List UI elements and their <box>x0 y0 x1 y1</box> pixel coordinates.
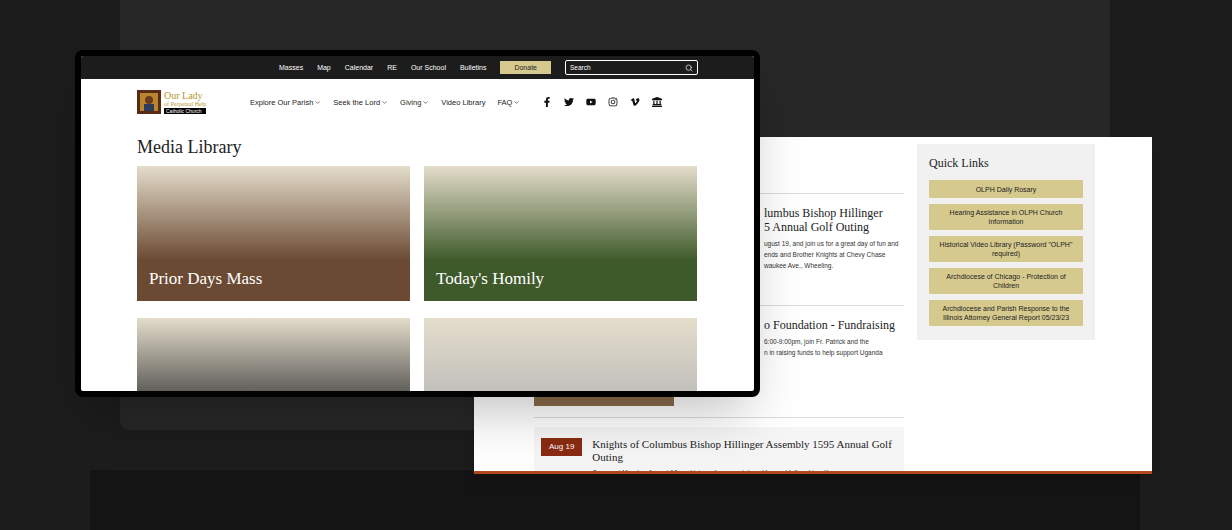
vimeo-icon[interactable] <box>630 97 640 107</box>
quick-link-button[interactable]: Archdiocese and Parish Response to the I… <box>929 300 1083 326</box>
top-nav-link[interactable]: Bulletins <box>460 63 486 72</box>
event-row[interactable]: Aug 19 Knights of Columbus Bishop Hilling… <box>534 427 904 474</box>
main-nav-item[interactable]: Giving <box>400 98 429 107</box>
quick-link-button[interactable]: Hearing Assistance in OLPH Church Inform… <box>929 204 1083 230</box>
media-card[interactable]: Prior Days Mass <box>137 166 410 301</box>
top-nav-link[interactable]: Calendar <box>345 63 373 72</box>
twitter-icon[interactable] <box>564 97 574 107</box>
facebook-icon[interactable] <box>542 97 552 107</box>
main-nav-item[interactable]: Explore Our Parish <box>250 98 321 107</box>
main-nav-item[interactable]: Seek the Lord <box>333 98 388 107</box>
chevron-down-icon <box>422 99 429 106</box>
top-nav-link[interactable]: Our School <box>411 63 446 72</box>
quick-link-button[interactable]: Historical Video Library (Password "OLPH… <box>929 236 1083 262</box>
header: Our Ladyof Perpetual HelpCatholic Church… <box>81 79 754 125</box>
church-icon[interactable] <box>652 97 662 107</box>
media-card[interactable]: Today's Homily <box>424 166 697 301</box>
event-description: 6:00-9:00pm, join Fr. Patrick and the <box>764 336 904 347</box>
event-description: n in raising funds to help support Ugand… <box>764 347 904 358</box>
social-links <box>542 97 662 107</box>
date-badge: Aug 19 <box>541 438 582 456</box>
event-title[interactable]: lumbus Bishop Hillinger <box>764 206 904 220</box>
quick-link-button[interactable]: OLPH Daily Rosary <box>929 180 1083 198</box>
quick-link-button[interactable]: Archdiocese of Chicago - Protection of C… <box>929 268 1083 294</box>
media-library-window: Masses Map Calendar RE Our School Bulletins Do… <box>75 50 760 397</box>
chevron-down-icon <box>314 99 321 106</box>
media-grid: Prior Days Mass Today's Homily <box>137 166 698 391</box>
media-card[interactable] <box>137 318 410 391</box>
search-field[interactable]: Search <box>565 60 698 75</box>
main-nav: Explore Our Parish Seek the Lord Giving Vid… <box>250 98 520 107</box>
event-description: waukee Ave., Wheeling. <box>764 260 904 271</box>
event-title[interactable]: 5 Annual Golf Outing <box>764 220 904 234</box>
event-title[interactable]: Knights of Columbus Bishop Hillinger Ass… <box>592 438 897 464</box>
instagram-icon[interactable] <box>608 97 618 107</box>
donate-button[interactable]: Donate <box>500 61 551 74</box>
event-description: Come out Monday, August 19, and join us … <box>592 467 897 474</box>
chevron-down-icon <box>513 99 520 106</box>
chevron-down-icon <box>381 99 388 106</box>
logo[interactable]: Our Ladyof Perpetual HelpCatholic Church <box>137 90 232 114</box>
showcase: lumbus Bishop Hillinger5 Annual Golf Out… <box>0 0 1232 530</box>
event-title[interactable]: o Foundation - Fundraising <box>764 318 904 332</box>
event-description: ugust 19, and join us for a great day of… <box>764 238 904 249</box>
youtube-icon[interactable] <box>586 97 596 107</box>
page-title: Media Library <box>137 137 698 157</box>
event-description: ends and Brother Knights at Chevy Chase <box>764 249 904 260</box>
top-nav-link[interactable]: RE <box>387 63 397 72</box>
main-nav-item[interactable]: FAQ <box>497 98 520 107</box>
top-nav-link[interactable]: Map <box>317 63 331 72</box>
top-bar: Masses Map Calendar RE Our School Bulletins Do… <box>81 56 754 79</box>
background-keyboard <box>90 470 1140 530</box>
main-nav-item[interactable]: Video Library <box>441 98 485 107</box>
search-icon[interactable] <box>685 64 693 72</box>
media-card-label[interactable]: Today's Homily <box>436 269 685 289</box>
media-card-label[interactable]: Prior Days Mass <box>149 269 398 289</box>
top-nav-link[interactable]: Masses <box>279 63 303 72</box>
quick-links-title: Quick Links <box>929 156 1083 170</box>
quick-links-panel: Quick Links OLPH Daily Rosary Hearing Assi… <box>917 144 1095 340</box>
madonna-icon <box>137 90 161 114</box>
media-card[interactable] <box>424 318 697 391</box>
